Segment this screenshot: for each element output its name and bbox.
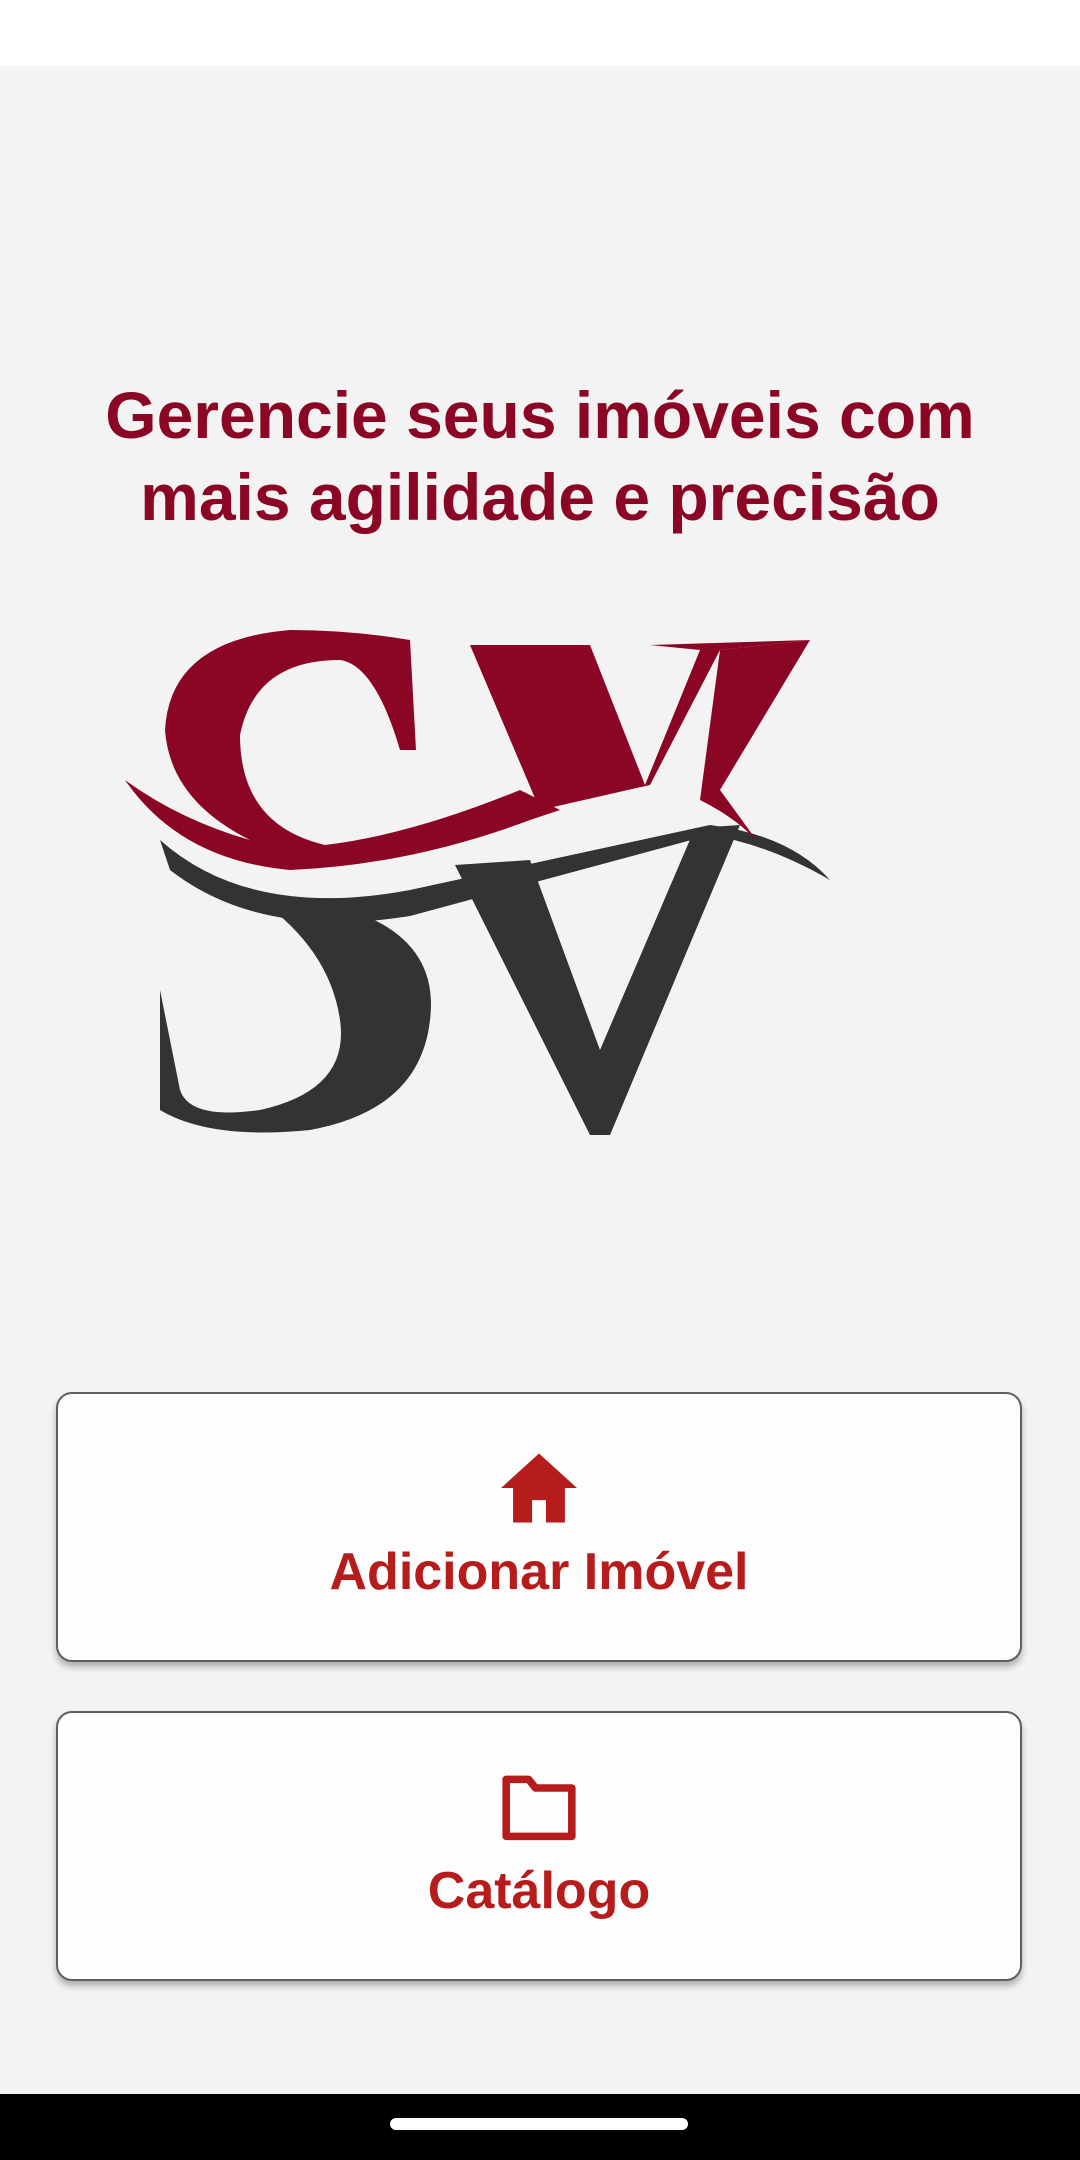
headline-line-2: mais agilidade e precisão [140, 460, 940, 534]
logo-dark-v [455, 825, 740, 1135]
home-icon [501, 1453, 577, 1523]
status-bar [0, 0, 1080, 66]
add-property-button[interactable]: Adicionar Imóvel [56, 1392, 1022, 1662]
headline: Gerencie seus imóveis com mais agilidade… [60, 374, 1020, 538]
folder-icon [502, 1775, 576, 1841]
add-property-label: Adicionar Imóvel [329, 1543, 749, 1601]
sv-logo [125, 630, 830, 1135]
navigation-bar [0, 2094, 1080, 2160]
headline-line-1: Gerencie seus imóveis com [105, 378, 975, 452]
logo-red-v-tail [700, 640, 810, 845]
catalog-button[interactable]: Catálogo [56, 1711, 1022, 1981]
catalog-label: Catálogo [427, 1862, 651, 1920]
logo-dark-s [160, 900, 431, 1133]
home-gesture-handle[interactable] [390, 2118, 688, 2130]
